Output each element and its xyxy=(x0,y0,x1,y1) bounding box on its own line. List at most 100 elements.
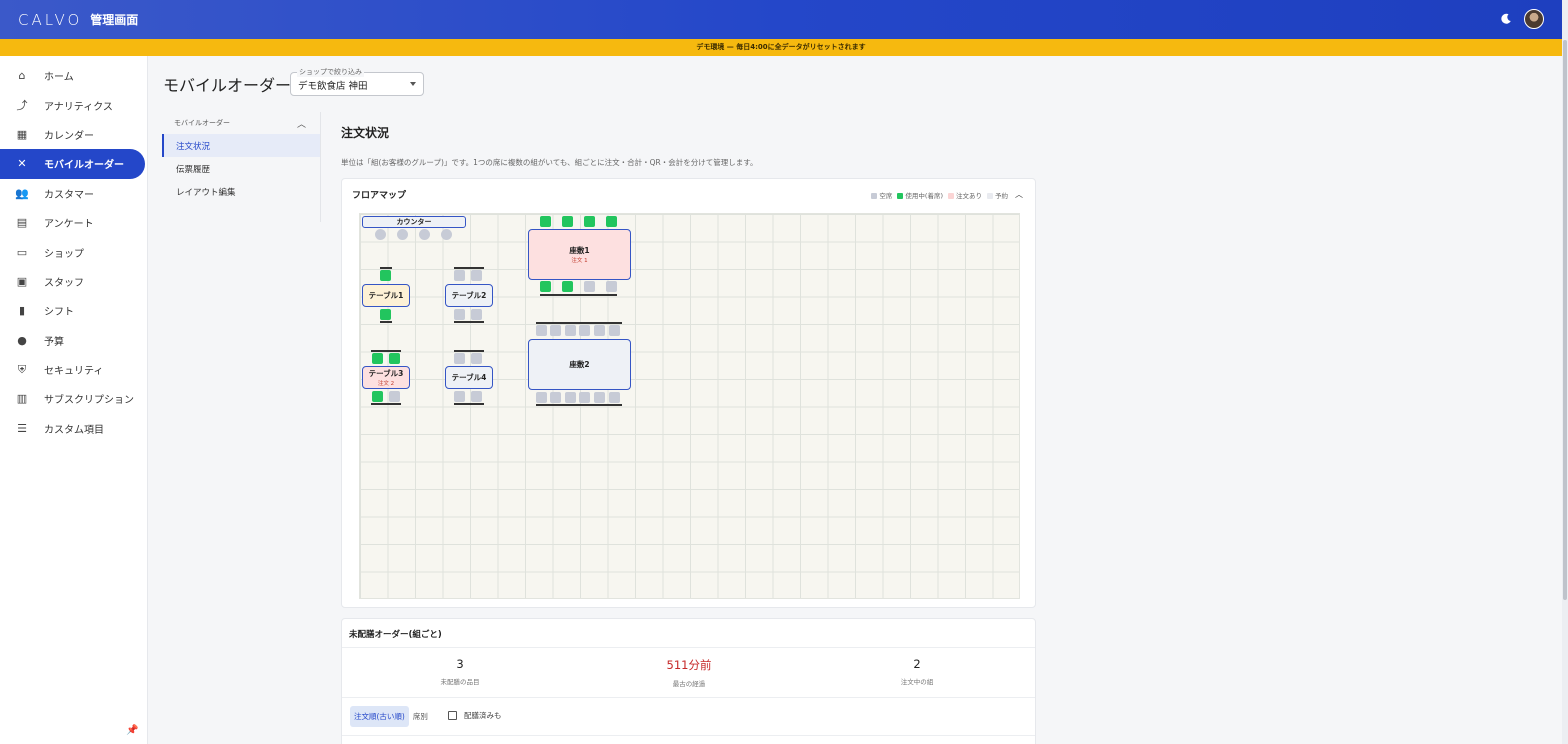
user-avatar[interactable] xyxy=(1524,9,1544,29)
divider xyxy=(342,735,1035,736)
seat-empty[interactable] xyxy=(389,391,400,402)
demo-banner: デモ環境 — 毎日4:00に全データがリセットされます xyxy=(0,39,1562,56)
legend-swatch-ordered xyxy=(948,192,954,199)
subnav-section-header[interactable]: モバイルオーダー ︿ xyxy=(162,112,320,134)
seat-seated[interactable] xyxy=(606,216,617,227)
seat-seated[interactable] xyxy=(372,353,383,364)
collapse-chevron-icon[interactable]: ︿ xyxy=(1015,189,1023,200)
seat-empty[interactable] xyxy=(454,391,465,402)
page-scrollbar[interactable] xyxy=(1562,0,1568,744)
shop-filter-select[interactable]: ショップで絞り込み デモ飲食店 神田 xyxy=(290,67,424,96)
sidebar-item-badge[interactable]: ▣ スタッフ xyxy=(0,267,147,296)
badge-icon: ▣ xyxy=(16,274,28,288)
seat-empty[interactable] xyxy=(454,353,465,364)
checkbox-box[interactable] xyxy=(448,711,457,720)
seat-empty[interactable] xyxy=(609,325,620,336)
sidebar-item-utensils[interactable]: ✕ モバイルオーダー xyxy=(0,149,145,179)
legend-swatch-reserved xyxy=(987,192,993,199)
seat-empty[interactable] xyxy=(419,229,430,240)
scrollbar-thumb[interactable] xyxy=(1563,40,1567,600)
legend-label-empty: 空席 xyxy=(879,191,893,200)
sidebar-item-people[interactable]: 👥 カスタマー xyxy=(0,179,147,208)
subnav-item-layout-edit[interactable]: レイアウト編集 xyxy=(162,180,320,203)
seat-empty[interactable] xyxy=(594,325,605,336)
seat-empty[interactable] xyxy=(579,392,590,403)
table-zashiki-1[interactable]: 座敷1 注文 1 xyxy=(528,229,631,280)
tab-order-oldest[interactable]: 注文順(古い順) xyxy=(350,706,409,727)
columns-icon: ▮ xyxy=(18,304,26,318)
table-1[interactable]: テーブル1 xyxy=(362,284,410,307)
tab-by-seat[interactable]: 席別 xyxy=(409,706,432,727)
home-icon: ⌂ xyxy=(18,69,26,83)
seat-empty[interactable] xyxy=(594,392,605,403)
utensils-icon: ✕ xyxy=(17,157,27,171)
stat-active-groups: 2 注文中の組 xyxy=(857,657,977,686)
moon-icon[interactable] xyxy=(1500,13,1512,25)
seat-empty[interactable] xyxy=(606,281,617,292)
seat-row-line xyxy=(536,404,622,406)
seat-empty[interactable] xyxy=(471,353,482,364)
sidebar-item-home[interactable]: ⌂ ホーム xyxy=(0,61,147,90)
table-name: テーブル3 xyxy=(368,369,404,378)
sidebar-item-clipboard[interactable]: ▤ アンケート xyxy=(0,208,147,237)
checkbox-label: 配膳済みも xyxy=(464,711,502,720)
sidebar-item-label: カレンダー xyxy=(44,130,94,142)
seat-empty[interactable] xyxy=(550,325,561,336)
sidebar-item-piggy-bank[interactable]: ● 予算 xyxy=(0,326,147,355)
seat-empty[interactable] xyxy=(397,229,408,240)
seat-empty[interactable] xyxy=(454,270,465,281)
piggy-bank-icon: ● xyxy=(17,333,27,347)
seat-empty[interactable] xyxy=(609,392,620,403)
subnav-item-slip-history[interactable]: 伝票履歴 xyxy=(162,157,320,180)
calendar-icon: ▦ xyxy=(16,127,28,141)
seat-seated[interactable] xyxy=(380,309,391,320)
sidebar-item-store[interactable]: ▭ ショップ xyxy=(0,237,147,266)
sidebar-item-columns[interactable]: ▮ シフト xyxy=(0,296,147,325)
seat-empty[interactable] xyxy=(536,325,547,336)
table-name: カウンター xyxy=(396,217,432,226)
seat-seated[interactable] xyxy=(584,216,595,227)
sidebar-item-shield[interactable]: ⛨ セキュリティ xyxy=(0,355,147,384)
seat-seated[interactable] xyxy=(540,216,551,227)
seat-seated[interactable] xyxy=(372,391,383,402)
seat-empty[interactable] xyxy=(579,325,590,336)
subnav-item-order-status[interactable]: 注文状況 xyxy=(162,134,320,157)
table-2[interactable]: テーブル2 xyxy=(445,284,493,307)
seat-empty[interactable] xyxy=(375,229,386,240)
seat-empty[interactable] xyxy=(471,309,482,320)
chevron-up-icon[interactable]: ︿ xyxy=(297,117,306,130)
sidebar: ⌂ ホーム ⤴ アナリティクス ▦ カレンダー ✕ モバイルオーダー 👥 カスタマー ▤ アンケート ▭… xyxy=(0,56,148,744)
seat-empty[interactable] xyxy=(471,391,482,402)
seat-empty[interactable] xyxy=(565,392,576,403)
table-counter[interactable]: カウンター xyxy=(362,216,466,228)
seat-row-line xyxy=(454,267,484,269)
table-3[interactable]: テーブル3 注文 2 xyxy=(362,366,410,389)
sidebar-item-label: ホーム xyxy=(44,72,74,84)
seat-seated[interactable] xyxy=(380,270,391,281)
brand-logo[interactable]: CALVO xyxy=(18,11,82,29)
seat-empty[interactable] xyxy=(441,229,452,240)
sidebar-item-analytics[interactable]: ⤴ アナリティクス xyxy=(0,90,147,119)
seat-empty[interactable] xyxy=(565,325,576,336)
sidebar-item-subscription[interactable]: ▥ サブスクリプション xyxy=(0,384,147,413)
sidebar-item-calendar[interactable]: ▦ カレンダー xyxy=(0,120,147,149)
seat-empty[interactable] xyxy=(471,270,482,281)
seat-empty[interactable] xyxy=(584,281,595,292)
table-4[interactable]: テーブル4 xyxy=(445,366,493,389)
sidebar-item-label: サブスクリプション xyxy=(44,395,134,407)
legend-label-ordered: 注文あり xyxy=(956,191,982,200)
seat-seated[interactable] xyxy=(389,353,400,364)
table-zashiki-2[interactable]: 座敷2 xyxy=(528,339,631,390)
content-description: 単位は「組(お客様のグループ)」です。1つの席に複数の組がいても、組ごとに注文・… xyxy=(341,158,758,167)
sidebar-item-sliders[interactable]: ☰ カスタム項目 xyxy=(0,414,147,443)
seat-seated[interactable] xyxy=(540,281,551,292)
seat-seated[interactable] xyxy=(562,281,573,292)
seat-seated[interactable] xyxy=(562,216,573,227)
seat-empty[interactable] xyxy=(536,392,547,403)
seat-empty[interactable] xyxy=(550,392,561,403)
pin-icon[interactable]: 📌 xyxy=(126,725,138,736)
show-served-checkbox[interactable]: 配膳済みも xyxy=(448,710,502,721)
sidebar-nav-list: ⌂ ホーム ⤴ アナリティクス ▦ カレンダー ✕ モバイルオーダー 👥 カスタマー ▤ アンケート ▭… xyxy=(0,61,147,443)
seat-empty[interactable] xyxy=(454,309,465,320)
sliders-icon: ☰ xyxy=(17,421,27,435)
